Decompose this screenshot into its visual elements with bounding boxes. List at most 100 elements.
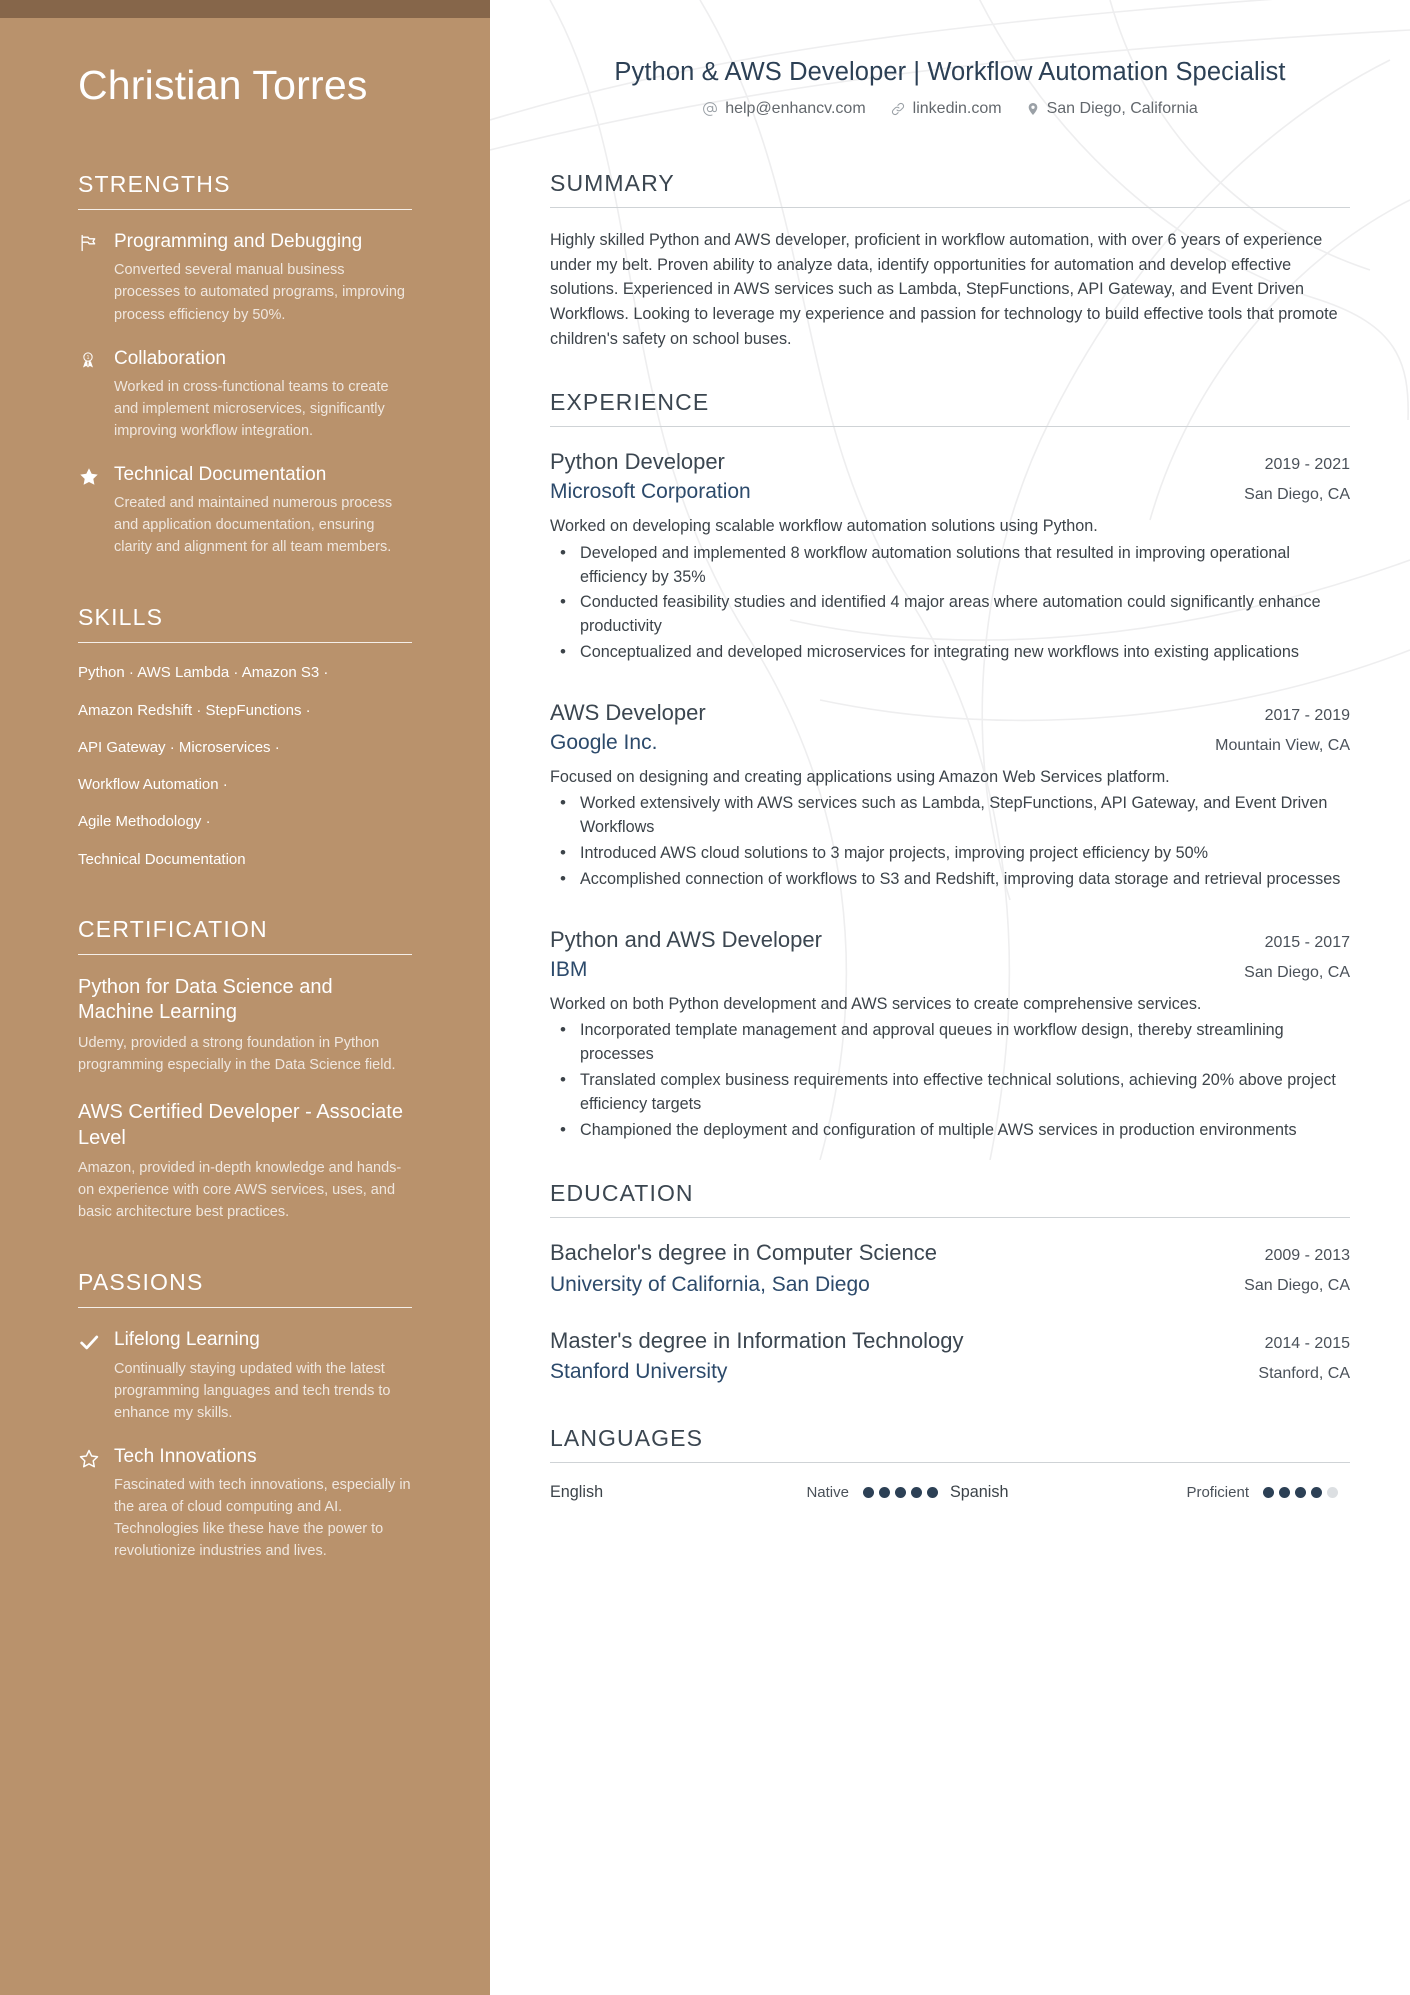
experience-entry: AWS Developer Google Inc. 2017 - 2019 Mo… xyxy=(550,698,1350,892)
contact-row: help@enhancv.com linkedin.com San Diego, C… xyxy=(550,100,1350,118)
sidebar-entry: Technical Documentation Created and maint… xyxy=(78,463,412,558)
job-location: San Diego, CA xyxy=(1244,486,1350,504)
contact-item[interactable]: linkedin.com xyxy=(890,100,1002,118)
certification-title: Python for Data Science and Machine Lear… xyxy=(78,975,333,1024)
location-pin-icon xyxy=(1026,101,1040,117)
sidebar-entry-title: Collaboration xyxy=(114,347,226,369)
section-education: EDUCATION Bachelor's degree in Computer … xyxy=(550,1180,1350,1386)
contact-text: linkedin.com xyxy=(912,100,1002,117)
experience-bullet: Worked extensively with AWS services suc… xyxy=(550,791,1350,840)
divider xyxy=(550,426,1350,428)
education-dates: 2009 - 2013 xyxy=(1264,1247,1350,1265)
divider xyxy=(550,207,1350,208)
proficiency-dot xyxy=(863,1486,874,1498)
section-title-languages: LANGUAGES xyxy=(550,1424,704,1451)
education-school: University of California, San Diego xyxy=(550,1273,870,1297)
proficiency-dot xyxy=(1295,1486,1306,1498)
language-level: Proficient xyxy=(1186,1483,1249,1501)
skill-line: API Gateway · Microservices · xyxy=(78,738,280,756)
svg-text:1: 1 xyxy=(87,355,90,361)
sidebar-section-passions: PASSIONS Lifelong Learning Continually sta… xyxy=(78,1269,412,1562)
proficiency-dot xyxy=(1311,1486,1322,1498)
proficiency-dot xyxy=(895,1486,906,1498)
divider xyxy=(78,1307,412,1309)
candidate-name: Christian Torres xyxy=(78,62,368,108)
language-name: English xyxy=(550,1482,604,1501)
education-entry: Master's degree in Information Technolog… xyxy=(550,1326,1350,1387)
experience-entry: Python Developer Microsoft Corporation 2… xyxy=(550,447,1350,665)
section-languages: LANGUAGES English Native Spanish Proficient xyxy=(550,1425,1350,1502)
at-icon xyxy=(702,101,718,117)
sidebar-entry: Programming and Debugging Converted sever… xyxy=(78,230,412,325)
contact-item[interactable]: San Diego, California xyxy=(1026,100,1198,118)
job-company: Google Inc. xyxy=(550,731,658,755)
summary-text: Highly skilled Python and AWS developer,… xyxy=(550,231,1338,348)
contact-text: help@enhancv.com xyxy=(725,100,866,117)
proficiency-dot xyxy=(1279,1486,1290,1498)
sidebar-section-strengths: STRENGTHS Programming and Debugging Conver… xyxy=(78,171,412,558)
star-filled-icon xyxy=(78,463,108,558)
language-name: Spanish xyxy=(950,1482,1009,1501)
sidebar-entry-description: Converted several manual business proces… xyxy=(114,262,405,323)
job-dates: 2019 - 2021 xyxy=(1264,456,1350,474)
sidebar: Christian Torres STRENGTHS Programming an… xyxy=(0,0,490,1995)
language-level: Native xyxy=(806,1483,849,1501)
skill-line: Agile Methodology · xyxy=(78,813,211,831)
sidebar-entry: Tech Innovations Fascinated with tech inn… xyxy=(78,1445,412,1562)
proficiency-dot xyxy=(1327,1486,1338,1498)
experience-bullet: Incorporated template management and app… xyxy=(550,1018,1350,1067)
job-company: IBM xyxy=(550,958,588,982)
certification-description: Amazon, provided in-depth knowledge and … xyxy=(78,1160,402,1221)
check-icon xyxy=(78,1328,108,1423)
skill-line: Amazon Redshift · StepFunctions · xyxy=(78,701,311,719)
proficiency-dots xyxy=(1263,1486,1338,1498)
job-bullet-list: Incorporated template management and app… xyxy=(550,1018,1350,1143)
resume-page: Christian Torres STRENGTHS Programming an… xyxy=(0,0,1410,1995)
sidebar-entry-title: Programming and Debugging xyxy=(114,231,363,253)
experience-bullet: Championed the deployment and configurat… xyxy=(550,1118,1350,1143)
link-icon xyxy=(890,101,906,117)
education-degree: Master's degree in Information Technolog… xyxy=(550,1327,964,1353)
proficiency-dot xyxy=(879,1486,890,1498)
languages-row: English Native Spanish Proficient xyxy=(550,1483,1350,1502)
education-school: Stanford University xyxy=(550,1360,728,1384)
job-summary: Worked on both Python development and AW… xyxy=(550,995,1202,1014)
divider xyxy=(78,642,412,644)
section-title-summary: SUMMARY xyxy=(550,170,675,196)
proficiency-dot xyxy=(927,1486,938,1498)
experience-bullet: Conducted feasibility studies and identi… xyxy=(550,590,1350,639)
job-company: Microsoft Corporation xyxy=(550,480,751,504)
job-title: AWS Developer xyxy=(550,699,706,725)
sidebar-entry-description: Created and maintained numerous process … xyxy=(114,495,393,556)
certification-description: Udemy, provided a strong foundation in P… xyxy=(78,1035,396,1074)
certification-item: AWS Certified Developer - Associate Leve… xyxy=(78,1100,412,1223)
job-title: Python Developer xyxy=(550,449,725,475)
flag-icon xyxy=(78,230,108,325)
job-bullet-list: Developed and implemented 8 workflow aut… xyxy=(550,541,1350,665)
contact-item[interactable]: help@enhancv.com xyxy=(702,100,866,118)
main-column: Python & AWS Developer | Workflow Automa… xyxy=(490,0,1410,1995)
divider xyxy=(550,1461,1350,1463)
proficiency-dot xyxy=(1263,1486,1274,1498)
skill-line: Technical Documentation xyxy=(78,850,246,868)
divider xyxy=(78,953,412,955)
divider xyxy=(78,209,412,211)
section-summary: SUMMARY Highly skilled Python and AWS de… xyxy=(550,170,1350,351)
professional-headline: Python & AWS Developer | Workflow Automa… xyxy=(614,58,1286,86)
job-location: San Diego, CA xyxy=(1244,963,1350,981)
divider xyxy=(550,1217,1350,1219)
sidebar-entry: 1 Collaboration Worked in cross-functional… xyxy=(78,347,412,442)
job-location: Mountain View, CA xyxy=(1215,736,1350,754)
education-dates: 2014 - 2015 xyxy=(1264,1334,1350,1352)
sidebar-entry: Lifelong Learning Continually staying upd… xyxy=(78,1328,412,1423)
sidebar-entry-title: Lifelong Learning xyxy=(114,1329,260,1351)
sidebar-section-skills: SKILLS Python · AWS Lambda · Amazon S3 · A… xyxy=(78,604,412,870)
proficiency-dots xyxy=(863,1486,938,1498)
sidebar-entry-description: Continually staying updated with the lat… xyxy=(114,1360,391,1421)
education-location: San Diego, CA xyxy=(1244,1277,1350,1295)
education-entry: Bachelor's degree in Computer Science Un… xyxy=(550,1238,1350,1299)
experience-bullet: Developed and implemented 8 workflow aut… xyxy=(550,541,1350,590)
job-dates: 2015 - 2017 xyxy=(1264,933,1350,951)
experience-bullet: Translated complex business requirements… xyxy=(550,1068,1350,1117)
sidebar-section-certification: CERTIFICATION Python for Data Science and… xyxy=(78,916,412,1224)
